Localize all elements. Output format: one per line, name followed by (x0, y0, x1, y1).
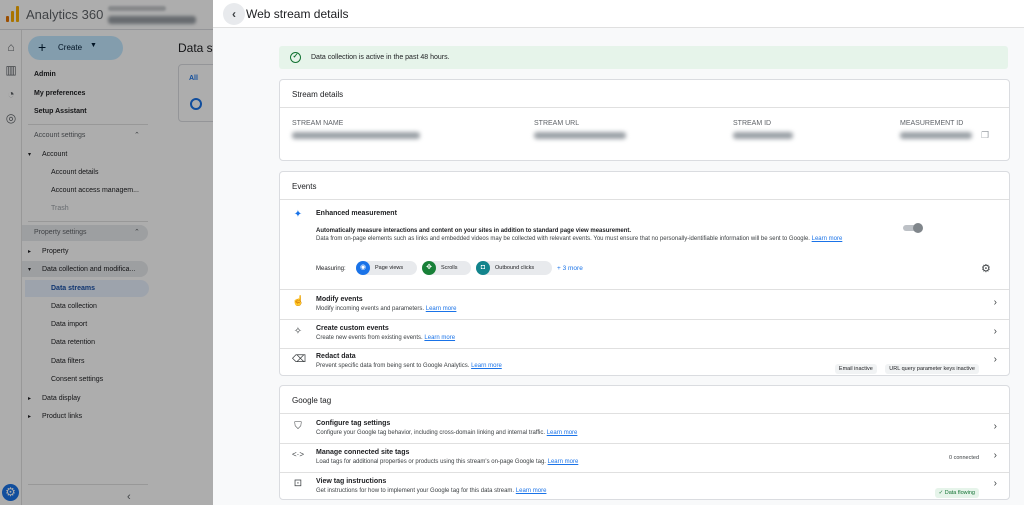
col-stream-id: STREAM ID (733, 120, 772, 127)
status-badge: URL query parameter keys inactive (885, 364, 979, 374)
redacted-measurement-id (900, 132, 972, 139)
stream-details-heading: Stream details (292, 90, 344, 99)
eye-icon: ◉ (356, 261, 370, 275)
redact-status-chips: Email inactive URL query parameter keys … (831, 357, 979, 375)
enhanced-desc2-wrap: Data from on-page elements such as links… (316, 236, 842, 242)
google-tag-card: Google tag ⛉ Configure tag settings Conf… (279, 385, 1010, 500)
enhanced-desc1: Automatically measure interactions and c… (316, 228, 632, 234)
divider (280, 107, 1009, 108)
learn-more-link[interactable]: Learn more (812, 236, 843, 242)
panel-header: ‹ Web stream details (213, 0, 1024, 28)
col-measurement-id: MEASUREMENT ID (900, 120, 964, 127)
configure-tag-row[interactable]: ⛉ Configure tag settings Configure your … (280, 414, 1009, 443)
close-panel-button[interactable]: ‹ (223, 3, 245, 25)
events-heading: Events (292, 182, 317, 191)
enhanced-title: Enhanced measurement (316, 210, 397, 217)
code-icon: <·> (292, 450, 305, 459)
manage-site-tags-row[interactable]: <·> Manage connected site tags Load tags… (280, 444, 1009, 472)
connected-count: 0 connected (949, 455, 979, 461)
chevron-right-icon: › (993, 326, 997, 337)
chevron-right-icon: › (993, 421, 997, 432)
panel-title: Web stream details (246, 7, 349, 21)
view-tag-instructions-row[interactable]: ⊡ View tag instructions Get instructions… (280, 473, 1009, 501)
learn-more-link[interactable]: Learn more (548, 459, 579, 465)
chevron-right-icon: › (993, 478, 997, 489)
enhanced-desc2: Data from on-page elements such as links… (316, 236, 810, 242)
chip-page-views[interactable]: ◉ Page views (356, 261, 417, 275)
google-tag-heading: Google tag (292, 396, 332, 405)
sparkle-icon: ✦ (293, 209, 303, 220)
more-measures-link[interactable]: + 3 more (557, 265, 583, 272)
magic-wand-icon: ✧ (293, 326, 303, 337)
status-badge: Email inactive (834, 364, 877, 374)
chevron-left-icon: ‹ (232, 7, 236, 21)
redacted-stream-name (292, 132, 420, 139)
stream-details-card: Stream details STREAM NAME STREAM URL ST… (279, 79, 1010, 161)
outbound-click-icon: ◘ (476, 261, 490, 275)
chevron-right-icon: › (993, 297, 997, 308)
learn-more-link[interactable]: Learn more (547, 430, 578, 436)
chip-scrolls[interactable]: ✥ Scrolls (422, 261, 471, 275)
redact-data-row[interactable]: ⌫ Redact data Prevent specific data from… (280, 349, 1009, 377)
status-badge: Data flowing (944, 490, 975, 496)
redacted-stream-id (733, 132, 793, 139)
events-card: Events ✦ Enhanced measurement Automatica… (279, 171, 1010, 376)
modal-scrim[interactable] (0, 0, 213, 505)
check-circle-icon: ✓ (290, 52, 301, 63)
data-flowing-status: ✓ Data flowing (934, 481, 979, 499)
status-alert-text: Data collection is active in the past 48… (311, 54, 450, 61)
learn-more-link[interactable]: Learn more (516, 488, 547, 494)
chevron-right-icon: › (993, 450, 997, 461)
learn-more-link[interactable]: Learn more (471, 363, 502, 369)
tag-icon: ⛉ (294, 421, 302, 432)
enhanced-settings-gear-icon[interactable]: ⚙ (981, 262, 991, 275)
enhanced-measurement-toggle[interactable] (903, 223, 923, 233)
learn-more-link[interactable]: Learn more (424, 335, 455, 341)
redacted-stream-url (534, 132, 626, 139)
scroll-icon: ✥ (422, 261, 436, 275)
touch-icon: ☝ (292, 296, 305, 307)
eraser-icon: ⌫ (292, 354, 307, 365)
col-stream-url: STREAM URL (534, 120, 580, 127)
enhanced-measurement-row: ✦ Enhanced measurement Automatically mea… (280, 200, 1009, 289)
instructions-icon: ⊡ (293, 478, 303, 489)
chevron-right-icon: › (993, 354, 997, 365)
measuring-label: Measuring: (316, 266, 346, 272)
status-alert: ✓ Data collection is active in the past … (279, 46, 1008, 69)
learn-more-link[interactable]: Learn more (426, 306, 457, 312)
create-custom-events-row[interactable]: ✧ Create custom events Create new events… (280, 320, 1009, 348)
app-root: Analytics 360 ⌂ ▥ ◔ ◎ ⚙ + Create ▼ Admin… (0, 0, 1024, 505)
stream-details-panel: ‹ Web stream details ✓ Data collection i… (213, 0, 1024, 505)
copy-icon[interactable]: ❐ (981, 130, 989, 141)
col-stream-name: STREAM NAME (292, 120, 344, 127)
chip-outbound-clicks[interactable]: ◘ Outbound clicks (476, 261, 552, 275)
modify-events-row[interactable]: ☝ Modify events Modify incoming events a… (280, 290, 1009, 319)
